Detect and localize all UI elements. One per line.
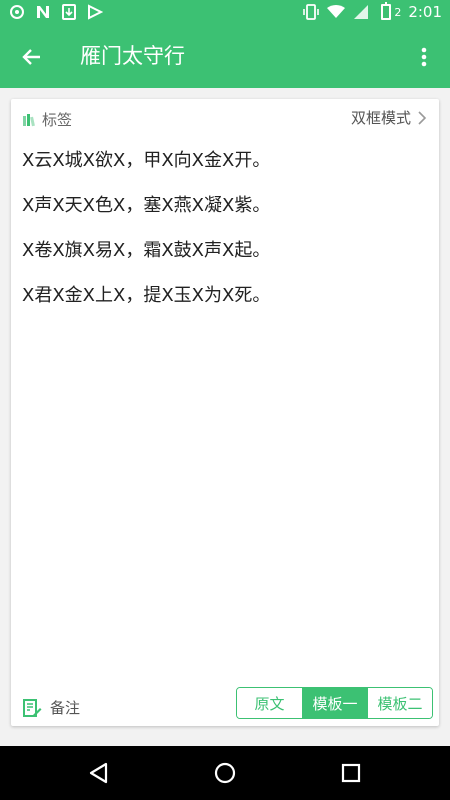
edit-note-icon [23,698,42,717]
tag-button[interactable]: 标签 [22,109,72,130]
status-bar-notifications [8,3,104,21]
battery-level: 2 [394,5,402,19]
sync-icon [8,3,26,21]
poem-line: X君X金X上X，提X玉X为X死。 [22,285,271,306]
poem-line: X卷X旗X易X，霜X鼓X声X起。 [22,240,271,261]
nav-back-button[interactable] [84,759,112,787]
back-button[interactable] [14,39,50,75]
signal-icon [352,3,370,21]
square-recents-icon [341,763,361,783]
poem-card: 标签 双框模式 X云X城X欲X，甲X向X金X开。 X声X天X色X，塞X燕X凝X紫… [11,99,439,726]
dual-frame-mode-button[interactable]: 双框模式 [351,107,427,128]
status-bar: 2 2:01 [0,0,450,25]
nav-home-button[interactable] [211,759,239,787]
download-icon [60,3,78,21]
books-icon [23,113,35,126]
vibrate-icon [302,3,320,21]
play-store-icon [86,3,104,21]
segment-template-one[interactable]: 模板一 [302,688,367,718]
poem-body: X云X城X欲X，甲X向X金X开。 X声X天X色X，塞X燕X凝X紫。 X卷X旗X易… [22,147,429,327]
overflow-menu-button[interactable] [408,39,440,75]
triangle-back-icon [89,762,108,784]
nav-recents-button[interactable] [337,759,365,787]
app-bar: 雁门太守行 [0,25,450,88]
more-vert-icon [421,47,427,67]
chevron-right-icon [418,110,427,125]
note-label: 备注 [50,699,81,717]
wifi-icon [327,3,346,21]
mode-label: 双框模式 [350,109,411,127]
n-icon [34,3,52,21]
template-segmented-control: 原文 模板一 模板二 [236,687,433,719]
segment-original[interactable]: 原文 [237,688,302,718]
circle-home-icon [214,762,236,784]
arrow-left-icon [22,49,40,65]
segment-template-two[interactable]: 模板二 [367,688,432,718]
system-nav-bar [0,746,450,800]
battery-icon [377,2,395,21]
status-bar-system: 2 2:01 [302,2,442,21]
poem-line: X声X天X色X，塞X燕X凝X紫。 [22,195,271,216]
note-button[interactable]: 备注 [22,697,80,718]
tag-label: 标签 [42,111,73,129]
status-time: 2:01 [408,3,442,21]
page-title: 雁门太守行 [80,44,185,68]
poem-line: X云X城X欲X，甲X向X金X开。 [22,150,271,171]
